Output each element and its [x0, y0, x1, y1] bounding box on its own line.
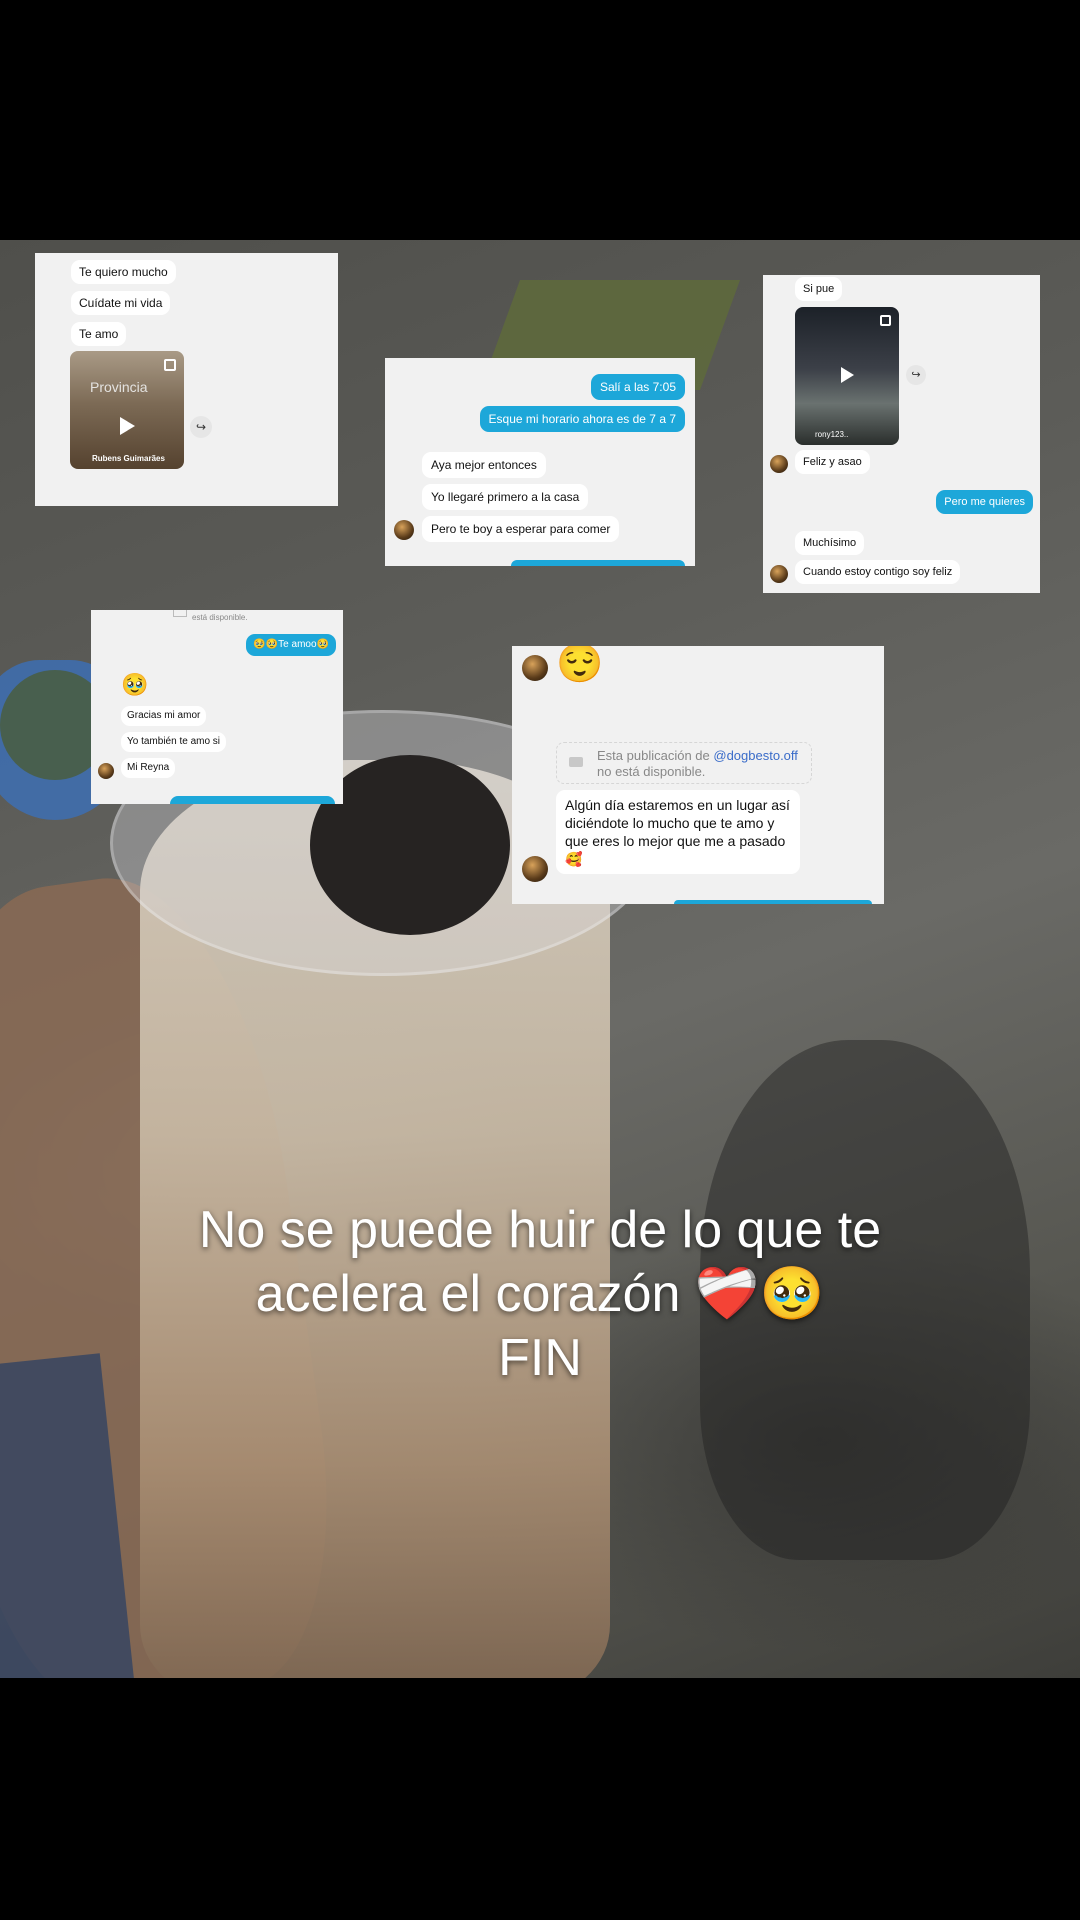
avatar: [770, 565, 788, 583]
bottom-letterbox: [0, 1678, 1080, 1920]
multi-select-icon: [164, 359, 176, 371]
chat-screenshot-4: está disponible. 🥹🥹Te amoo🥹 🥹 Gracias mi…: [91, 610, 343, 804]
caption-line-1: No se puede huir de lo que te: [198, 1201, 882, 1259]
received-message: Yo llegaré primero a la casa: [422, 484, 589, 510]
message-bubble: Te amo: [71, 322, 127, 346]
received-message: Cuando estoy contigo soy feliz: [795, 560, 961, 584]
received-message: Muchísimo: [795, 531, 865, 555]
video-caption-text: No se puede huir de lo que te acelera el…: [60, 1198, 1020, 1390]
avatar: [394, 520, 414, 540]
play-icon[interactable]: [120, 417, 135, 435]
multi-select-icon: [880, 315, 891, 326]
next-sent-message-partial: [170, 796, 335, 804]
avatar: [522, 856, 548, 882]
sent-message: Pero me quieres: [936, 490, 1033, 514]
video-author: rony123..: [815, 430, 849, 439]
caption-line-3: FIN: [498, 1329, 582, 1387]
sent-message: 🥹🥹Te amoo🥹: [246, 634, 336, 656]
received-message: Mi Reyna: [121, 758, 176, 778]
top-letterbox: [0, 0, 1080, 240]
sent-message: Esque mi horario ahora es de 7 a 7: [479, 406, 685, 432]
video-camera-icon: [173, 610, 187, 617]
chat-screenshot-2: Salí a las 7:05 Esque mi horario ahora e…: [385, 358, 695, 566]
emoji-message: 🥹: [121, 672, 149, 697]
unavailable-suffix: no está disponible.: [597, 764, 706, 779]
received-message: Yo también te amo si: [121, 732, 227, 752]
share-icon[interactable]: ↪: [190, 416, 212, 438]
received-message: Aya mejor entonces: [422, 452, 546, 478]
avatar: [770, 455, 788, 473]
next-sent-message-partial: [511, 560, 685, 566]
chat-screenshot-5: 😌 Esta publicación de @dogbesto.off no e…: [512, 646, 884, 904]
share-icon[interactable]: ↪: [906, 365, 926, 385]
received-message: Si pue: [795, 277, 843, 301]
unavailable-post-card: Esta publicación de @dogbesto.off no est…: [556, 742, 812, 784]
unavailable-handle-link[interactable]: @dogbesto.off: [713, 748, 798, 763]
received-message: Feliz y asao: [795, 450, 870, 474]
chat-screenshot-1: Te quiero mucho Cuídate mi vida Te amo P…: [35, 253, 338, 506]
avatar: [98, 763, 114, 779]
next-sent-message-partial: [674, 900, 872, 904]
message-bubble: Te quiero mucho: [71, 260, 176, 284]
avatar: [522, 655, 548, 681]
received-message: Algún día estaremos en un lugar así dici…: [556, 790, 800, 874]
chat-screenshot-3: Si pue rony123.. ↪ Feliz y asao Pero me …: [763, 275, 1040, 593]
video-author: Rubens Guimarães: [92, 454, 165, 463]
emoji-message: 😌: [556, 646, 604, 685]
received-message: Gracias mi amor: [121, 706, 207, 726]
sent-message: Salí a las 7:05: [590, 374, 685, 400]
shared-video[interactable]: rony123..: [795, 307, 899, 445]
caption-line-2: acelera el corazón ❤️‍🩹🥹: [255, 1265, 825, 1323]
unavailable-prefix: Esta publicación de: [597, 748, 710, 763]
shared-video[interactable]: Provincia Rubens Guimarães: [70, 351, 184, 469]
video-camera-icon: [569, 757, 583, 767]
message-bubble: Cuídate mi vida: [71, 291, 171, 315]
unavailable-notice: está disponible.: [192, 613, 248, 622]
received-message: Pero te boy a esperar para comer: [422, 516, 620, 542]
play-icon[interactable]: [841, 367, 854, 383]
unavailable-text: Esta publicación de @dogbesto.off: [597, 748, 798, 763]
video-caption: Provincia: [90, 379, 148, 395]
